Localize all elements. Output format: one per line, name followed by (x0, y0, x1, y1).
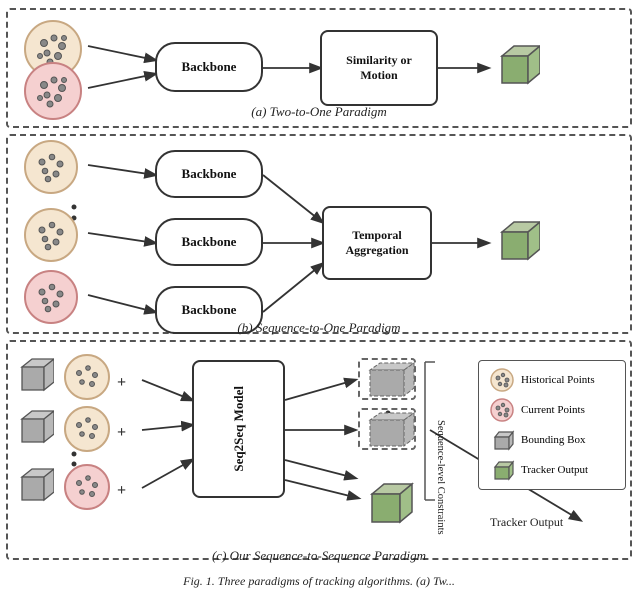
legend-tracker-label: Tracker Output (521, 464, 588, 476)
section-c-cube1 (12, 352, 54, 398)
section-c-cube3 (12, 462, 54, 508)
section-b-pc2 (22, 206, 80, 264)
section-c-out-cube (360, 476, 414, 530)
legend-bbox-label: Bounding Box (521, 434, 585, 446)
section-c-caption: (c) Our Sequence-to-Sequence Paradigm (6, 548, 632, 564)
legend-item-current: Current Points (489, 397, 615, 423)
section-c-cube2 (12, 404, 54, 450)
legend-current-label: Current Points (521, 404, 585, 416)
section-a-cube (490, 38, 540, 93)
section-b-pc3 (22, 268, 80, 326)
legend-historical-label: Historical Points (521, 374, 595, 386)
section-a-backbone: Backbone (155, 42, 263, 92)
section-b-backbone1: Backbone (155, 150, 263, 198)
section-b-pc1 (22, 138, 80, 196)
section-a-caption: (a) Two-to-One Paradigm (6, 104, 632, 120)
section-b-temporal: Temporal Aggregation (322, 206, 432, 280)
legend: Historical Points Current Points Boundin… (478, 360, 626, 490)
legend-item-tracker: Tracker Output (489, 457, 615, 483)
section-b-backbone2: Backbone (155, 218, 263, 266)
section-c-pc2 (62, 404, 112, 454)
diagram-container: + + + (0, 0, 640, 606)
section-c-out2 (358, 408, 416, 450)
section-c-pc3 (62, 462, 112, 512)
section-b-cube (490, 214, 540, 269)
section-c-seq2seq: Seq2Seq Model (192, 360, 285, 498)
section-c-out1 (358, 358, 416, 400)
section-c-pc1 (62, 352, 112, 402)
section-a-sim-motion: Similarity or Motion (320, 30, 438, 106)
fig-caption: Fig. 1. Three paradigms of tracking algo… (6, 574, 632, 589)
seq-constraints-label: Sequence-level Constraints (436, 400, 456, 520)
legend-item-bbox: Bounding Box (489, 427, 615, 453)
legend-item-historical: Historical Points (489, 367, 615, 393)
tracker-output-label: Tracker Output (490, 515, 620, 535)
section-b-caption: (b) Sequence-to-One Paradigm (6, 320, 632, 336)
